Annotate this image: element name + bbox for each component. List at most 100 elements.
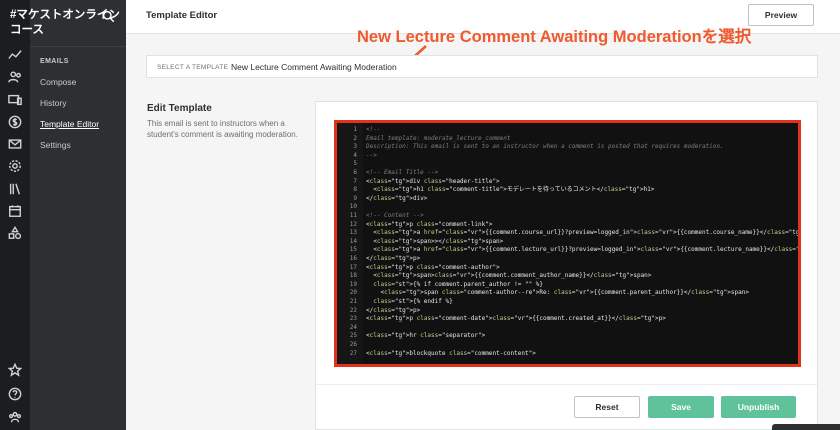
line-number: 3 — [353, 143, 357, 151]
line-number: 15 — [349, 246, 357, 254]
line-number: 25 — [349, 332, 357, 340]
editor-highlight-frame: 1 <!-- 2 Email template: moderate_lecture_c… — [334, 120, 801, 367]
line-number: 4 — [353, 151, 357, 159]
code-line: 6 <!-- Email Title --> — [337, 169, 798, 177]
code-line: 20 <class="tg">span class="comment-autho… — [337, 289, 798, 297]
code-text: </class="tg">p> — [366, 306, 421, 314]
code-line: 27 <class="tg">blockquote class="comment-… — [337, 350, 798, 358]
devices-icon[interactable] — [7, 92, 23, 108]
line-number: 23 — [349, 315, 357, 323]
code-line: 24 — [337, 324, 798, 332]
line-number: 20 — [349, 289, 357, 297]
icon-rail — [0, 0, 30, 430]
trend-icon[interactable] — [7, 47, 23, 63]
help-icon[interactable] — [7, 386, 23, 402]
line-number: 24 — [349, 323, 357, 331]
code-text: <class="tg">span>></class="tg">span> — [366, 237, 504, 245]
editor-panel: 1 <!-- 2 Email template: moderate_lecture_c… — [315, 101, 818, 430]
nav-section-heading: EMAILS — [40, 58, 69, 65]
code-line: 1 <!-- — [337, 126, 798, 134]
dollar-icon[interactable] — [7, 114, 23, 130]
code-line: 2 Email template: moderate_lecture_commen… — [337, 135, 798, 143]
calendar-icon[interactable] — [7, 203, 23, 219]
line-number: 5 — [353, 160, 357, 168]
code-text: <class="tg">a href="class="vr">{{comment… — [366, 246, 800, 254]
code-text: <class="tg">p class="comment-author"> — [366, 263, 500, 271]
code-text: <class="tg">p class="comment-date">class… — [366, 315, 666, 323]
code-text: <!-- Content --> — [366, 212, 424, 219]
code-line: 10 — [337, 203, 798, 211]
save-button[interactable]: Save — [648, 396, 714, 418]
code-line: 3 Description: This email is sent to an i… — [337, 143, 798, 151]
code-line: 14 <class="tg">span>></class="tg">span> — [337, 238, 798, 246]
code-text: <class="tg">a href="class="vr">{{comment… — [366, 229, 800, 237]
code-line: 5 — [337, 160, 798, 168]
code-text: </class="tg">p> — [366, 255, 421, 262]
line-number: 2 — [353, 134, 357, 142]
line-number: 17 — [349, 263, 357, 271]
code-line: 11 <!-- Content --> — [337, 212, 798, 220]
line-number: 16 — [349, 255, 357, 262]
line-number: 8 — [353, 186, 357, 194]
code-text: class="st">{% endif %} — [373, 298, 453, 305]
preview-button[interactable]: Preview — [748, 4, 814, 26]
panel-divider — [316, 384, 817, 385]
line-number: 18 — [349, 272, 357, 280]
code-text: <!-- — [366, 126, 381, 133]
shapes-icon[interactable] — [7, 225, 23, 241]
line-number: 6 — [353, 169, 357, 176]
code-line: 12 <class="tg">p class="comment-link"> — [337, 221, 798, 229]
code-text: <class="tg">p class="comment-link"> — [366, 220, 493, 228]
code-line: 4 --> — [337, 152, 798, 160]
code-text: <class="tg">span>class="vr">{{comment.co… — [366, 272, 652, 280]
star-icon[interactable] — [7, 362, 23, 378]
line-number: 7 — [353, 177, 357, 185]
users-icon[interactable] — [7, 69, 23, 85]
code-line: 9 </class="tg">div> — [337, 195, 798, 203]
code-text: <class="tg">h1 class="comment-title">モデレ… — [366, 186, 655, 194]
code-line: 15 <class="tg">a href="class="vr">{{comm… — [337, 246, 798, 254]
code-line: 26 — [337, 341, 798, 349]
template-select[interactable]: SELECT A TEMPLATE New Lecture Comment Aw… — [146, 55, 818, 78]
team-icon[interactable] — [7, 409, 23, 425]
code-text: class="st">{% if comment.parent_author !… — [373, 280, 544, 288]
sidebar-item-compose[interactable]: Compose — [40, 77, 76, 87]
code-line: 8 <class="tg">h1 class="comment-title">モ… — [337, 186, 798, 194]
gear-icon[interactable] — [7, 158, 23, 174]
line-number: 10 — [349, 203, 357, 211]
code-text: <class="tg">span class="comment-author--… — [366, 289, 749, 297]
search-icon[interactable] — [102, 10, 116, 24]
line-number: 22 — [349, 306, 357, 314]
page-title: Template Editor — [146, 10, 218, 21]
line-number: 26 — [349, 341, 357, 348]
code-text: --> — [366, 151, 377, 159]
reset-button[interactable]: Reset — [574, 396, 640, 418]
code-line: 22 </class="tg">p> — [337, 307, 798, 315]
sidebar-item-settings[interactable]: Settings — [40, 140, 71, 150]
sidebar-item-history[interactable]: History — [40, 98, 66, 108]
line-number: 9 — [353, 194, 357, 202]
line-number: 19 — [349, 280, 357, 288]
code-text: <!-- Email Title --> — [366, 169, 439, 176]
code-text: </class="tg">div> — [366, 194, 428, 202]
line-number: 27 — [349, 349, 357, 357]
code-line: 18 <class="tg">span>class="vr">{{comment… — [337, 272, 798, 280]
template-select-label: SELECT A TEMPLATE — [157, 64, 229, 71]
mail-icon[interactable] — [7, 136, 23, 152]
template-select-value[interactable]: New Lecture Comment Awaiting Moderation — [231, 62, 397, 72]
corner-tab — [772, 424, 840, 430]
code-line: 23 <class="tg">p class="comment-date">cla… — [337, 315, 798, 323]
code-editor[interactable]: 1 <!-- 2 Email template: moderate_lecture_c… — [337, 123, 798, 364]
line-number: 21 — [349, 298, 357, 305]
edit-template-title: Edit Template — [147, 103, 212, 114]
code-line: 19 class="st">{% if comment.parent_autho… — [337, 281, 798, 289]
sidebar-item-template-editor[interactable]: Template Editor — [40, 119, 99, 129]
unpublish-button[interactable]: Unpublish — [721, 396, 796, 418]
line-number: 12 — [349, 220, 357, 228]
line-number: 11 — [349, 212, 357, 219]
code-line: 21 class="st">{% endif %} — [337, 298, 798, 306]
library-icon[interactable] — [7, 181, 23, 197]
code-line: 25 <class="tg">hr class="separator"> — [337, 332, 798, 340]
code-line: 17 <class="tg">p class="comment-author"> — [337, 264, 798, 272]
line-number: 14 — [349, 237, 357, 245]
